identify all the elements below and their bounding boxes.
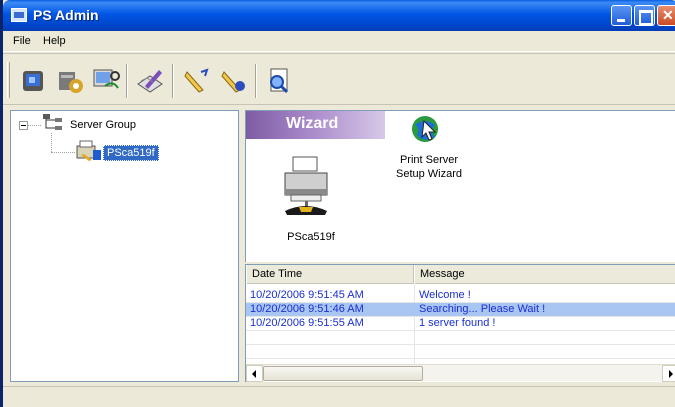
log-row[interactable]: 10/20/2006 9:51:45 AM Welcome ! — [246, 289, 675, 302]
minimize-button[interactable] — [611, 5, 632, 26]
status-bar — [3, 386, 675, 407]
server-group-icon — [41, 113, 65, 133]
tree-connector — [51, 133, 52, 152]
toolbar — [3, 53, 675, 105]
column-header-message[interactable]: Message — [414, 265, 675, 284]
tree-connector — [51, 152, 75, 153]
server-tree[interactable]: Server Group PSca519f — [10, 110, 239, 382]
scroll-right-icon[interactable] — [662, 365, 675, 382]
print-server-setup-wizard[interactable]: Print Server Setup Wizard — [389, 111, 479, 191]
log-row-message: Searching... Please Wait ! — [419, 303, 546, 315]
log-row[interactable]: 10/20/2006 9:51:55 AM 1 server found ! — [246, 317, 675, 330]
tree-item-print-server[interactable]: PSca519f — [103, 145, 159, 161]
row-gridline — [246, 330, 675, 331]
close-button[interactable] — [657, 5, 675, 26]
log-header: Date Time Message — [246, 265, 675, 284]
wizard-label-line1: Print Server — [399, 154, 459, 166]
log-row-time: 10/20/2006 9:51:46 AM — [250, 303, 364, 315]
horizontal-scrollbar[interactable] — [246, 364, 675, 382]
tree-connector — [28, 125, 41, 126]
wizard-label-line2: Setup Wizard — [395, 168, 463, 180]
menu-bar: File Help — [3, 31, 675, 52]
search-network-icon[interactable] — [91, 66, 121, 96]
window-title: PS Admin — [33, 7, 99, 23]
row-gridline — [246, 344, 675, 345]
printer-label: PSca519f — [287, 231, 335, 243]
app-window: PS Admin File Help — [0, 0, 675, 407]
menu-help[interactable]: Help — [43, 35, 66, 47]
log-row-message: Welcome ! — [419, 289, 471, 301]
collapse-toggle[interactable] — [19, 121, 28, 130]
computer-icon[interactable] — [18, 66, 48, 96]
properties-icon[interactable] — [263, 66, 293, 96]
app-icon — [11, 8, 27, 22]
column-header-date-time[interactable]: Date Time — [246, 265, 414, 284]
log-row-selected[interactable]: 10/20/2006 9:51:46 AM Searching... Pleas… — [246, 303, 675, 316]
menu-file[interactable]: File — [13, 35, 31, 47]
log-row-time: 10/20/2006 9:51:45 AM — [250, 289, 364, 301]
configure-icon[interactable] — [135, 66, 165, 96]
printer-item[interactable]: PSca519f — [271, 153, 351, 253]
wizard-label: Print Server Setup Wizard — [389, 153, 469, 181]
settings-icon[interactable] — [55, 66, 85, 96]
toolbar-separator — [255, 64, 257, 98]
maximize-button[interactable] — [634, 5, 655, 26]
row-gridline — [246, 358, 675, 359]
print-server-icon — [75, 138, 103, 162]
printer-icon — [281, 155, 331, 217]
wizard-tab[interactable]: Wizard — [246, 111, 385, 139]
pen-remove-icon[interactable] — [218, 66, 248, 96]
pen-icon[interactable] — [181, 66, 211, 96]
toolbar-separator — [172, 64, 174, 98]
toolbar-separator — [126, 64, 128, 98]
scroll-thumb[interactable] — [263, 366, 423, 381]
log-row-message: 1 server found ! — [419, 317, 496, 329]
wizard-pane: Wizard Print Server Setup Wizard PSca519… — [245, 110, 675, 262]
toolbar-grip-icon[interactable] — [7, 62, 10, 98]
log-row-time: 10/20/2006 9:51:55 AM — [250, 317, 364, 329]
title-bar[interactable]: PS Admin — [3, 0, 675, 31]
log-list[interactable]: Date Time Message 10/20/2006 9:51:45 AM … — [245, 264, 675, 382]
wizard-globe-icon — [409, 113, 441, 145]
scroll-left-icon[interactable] — [246, 365, 263, 382]
tree-item-server-group[interactable]: Server Group — [70, 119, 136, 131]
